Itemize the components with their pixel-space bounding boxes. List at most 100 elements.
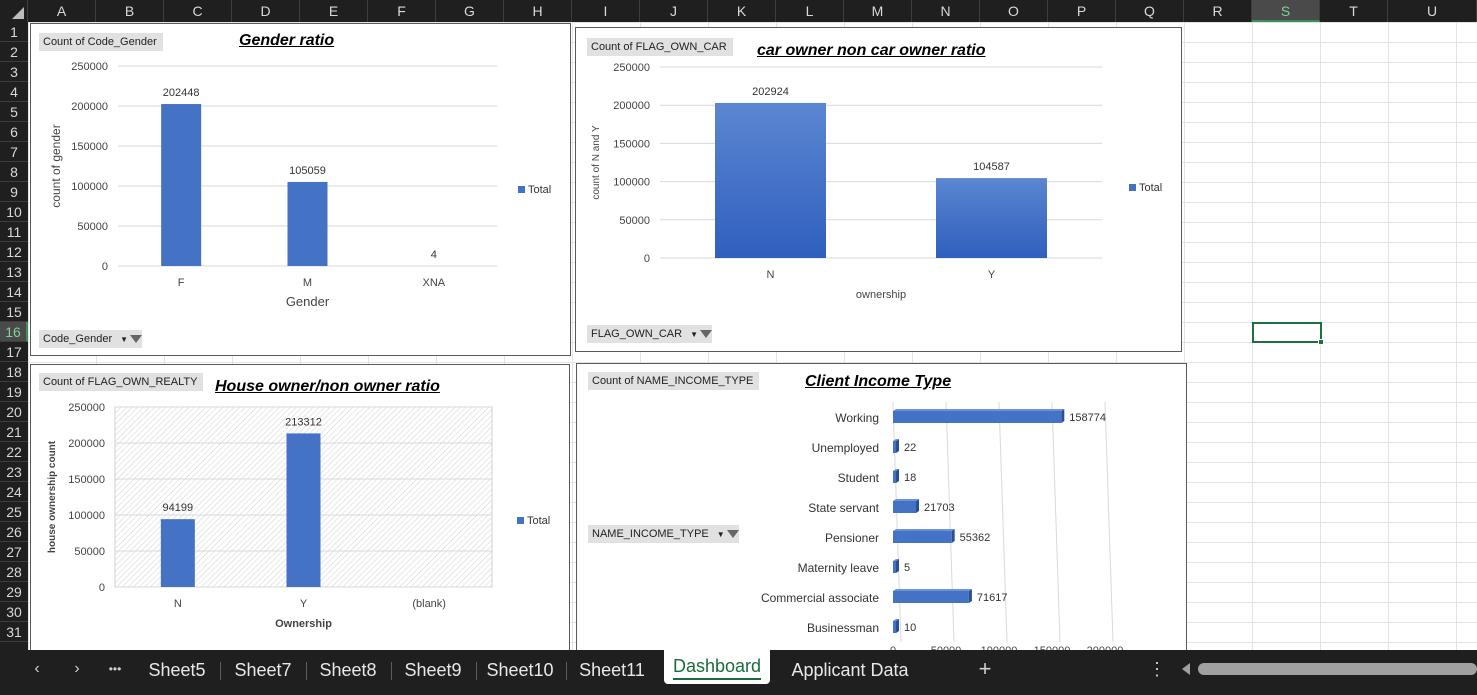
column-header-N[interactable]: N bbox=[912, 0, 980, 22]
row-header-22[interactable]: 22 bbox=[0, 442, 28, 462]
row-header-9[interactable]: 9 bbox=[0, 182, 28, 202]
bar-maternity-leave bbox=[893, 561, 896, 573]
sheet-tab-sheet11[interactable]: Sheet11 bbox=[566, 654, 658, 686]
row-header-12[interactable]: 12 bbox=[0, 242, 28, 262]
row-header-20[interactable]: 20 bbox=[0, 402, 28, 422]
column-header-L[interactable]: L bbox=[776, 0, 844, 22]
filter-button-flag-own-car[interactable]: FLAG_OWN_CAR ▼ bbox=[587, 325, 712, 343]
active-cell-S16[interactable] bbox=[1252, 322, 1324, 345]
column-header-D[interactable]: D bbox=[232, 0, 300, 22]
row-header-7[interactable]: 7 bbox=[0, 142, 28, 162]
row-header-21[interactable]: 21 bbox=[0, 422, 28, 442]
sheet-tab-sheet5[interactable]: Sheet5 bbox=[136, 654, 218, 686]
column-header-J[interactable]: J bbox=[640, 0, 708, 22]
row-header-1[interactable]: 1 bbox=[0, 22, 28, 42]
sheet-tab-label: Sheet8 bbox=[319, 660, 377, 680]
gridline bbox=[998, 401, 1008, 643]
sheet-tab-sheet10[interactable]: Sheet10 bbox=[476, 654, 564, 686]
chart-title: Gender ratio bbox=[239, 32, 335, 49]
column-header-R[interactable]: R bbox=[1184, 0, 1252, 22]
row-header-8[interactable]: 8 bbox=[0, 162, 28, 182]
row-header-17[interactable]: 17 bbox=[0, 342, 28, 362]
sheet-tab-dashboard[interactable]: Dashboard bbox=[664, 650, 770, 684]
scrollbar-thumb[interactable] bbox=[1198, 663, 1477, 675]
add-sheet-button[interactable]: + bbox=[970, 658, 1000, 680]
row-header-3[interactable]: 3 bbox=[0, 62, 28, 82]
row-header-16[interactable]: 16 bbox=[0, 322, 28, 342]
chart-car-owner-ratio[interactable]: Count of FLAG_OWN_CAR car owner non car … bbox=[575, 27, 1182, 352]
row-header-25[interactable]: 25 bbox=[0, 502, 28, 522]
row-header-6[interactable]: 6 bbox=[0, 122, 28, 142]
excel-window: ABCDEFGHIJKLMNOPQRSTU 1 2 3 4 5 6 7 8 9 10 11 12 13 1… bbox=[0, 0, 1477, 695]
sheet-tab-sheet7[interactable]: Sheet7 bbox=[222, 654, 304, 686]
filter-button-code-gender[interactable]: Code_Gender ▼ bbox=[39, 330, 143, 348]
bar-side-unemployed bbox=[896, 439, 899, 453]
column-header-F[interactable]: F bbox=[368, 0, 436, 22]
column-header-Q[interactable]: Q bbox=[1116, 0, 1184, 22]
row-header-28[interactable]: 28 bbox=[0, 562, 28, 582]
row-header-26[interactable]: 26 bbox=[0, 522, 28, 542]
column-header-C[interactable]: C bbox=[164, 0, 232, 22]
column-header-O[interactable]: O bbox=[980, 0, 1048, 22]
sheet-options-button[interactable]: ⋮ bbox=[1142, 658, 1172, 680]
chart-client-income-type[interactable]: Count of NAME_INCOME_TYPE Client Income … bbox=[576, 363, 1187, 654]
data-label: 4 bbox=[431, 249, 437, 261]
row-header-27[interactable]: 27 bbox=[0, 542, 28, 562]
row-header-23[interactable]: 23 bbox=[0, 462, 28, 482]
column-header-U[interactable]: U bbox=[1388, 0, 1477, 22]
column-header-M[interactable]: M bbox=[844, 0, 912, 22]
y-tick-label: Businessman bbox=[807, 621, 879, 635]
row-header-5[interactable]: 5 bbox=[0, 102, 28, 122]
row-header-14[interactable]: 14 bbox=[0, 282, 28, 302]
row-header-29[interactable]: 29 bbox=[0, 582, 28, 602]
column-header-K[interactable]: K bbox=[708, 0, 776, 22]
bar-top-state-servant bbox=[893, 499, 920, 501]
car-plot-area: 250000 200000 150000 100000 50000 0 N 202924 Y 10… bbox=[591, 62, 1162, 301]
column-header-H[interactable]: H bbox=[504, 0, 572, 22]
scroll-left-icon[interactable] bbox=[1182, 663, 1190, 675]
row-header-30[interactable]: 30 bbox=[0, 602, 28, 622]
bar-businessman bbox=[893, 621, 896, 633]
row-header-2[interactable]: 2 bbox=[0, 42, 28, 62]
y-tick-label: 200000 bbox=[71, 101, 108, 113]
row-header-24[interactable]: 24 bbox=[0, 482, 28, 502]
row-header-15[interactable]: 15 bbox=[0, 302, 28, 322]
data-label: 158774 bbox=[1069, 412, 1106, 424]
row-header-18[interactable]: 18 bbox=[0, 362, 28, 382]
chart-house-owner-ratio[interactable]: Count of FLAG_OWN_REALTY House owner/non… bbox=[30, 364, 570, 654]
horizontal-scrollbar[interactable] bbox=[1182, 662, 1477, 676]
next-sheet-button[interactable]: › bbox=[62, 658, 92, 680]
prev-sheet-button[interactable]: ‹ bbox=[22, 658, 52, 680]
column-header-I[interactable]: I bbox=[572, 0, 640, 22]
column-header-A[interactable]: A bbox=[28, 0, 96, 22]
column-header-P[interactable]: P bbox=[1048, 0, 1116, 22]
row-header-10[interactable]: 10 bbox=[0, 202, 28, 222]
field-button-count-flag-own-realty[interactable]: Count of FLAG_OWN_REALTY bbox=[39, 373, 204, 391]
y-tick-label: Pensioner bbox=[825, 531, 879, 545]
column-header-G[interactable]: G bbox=[436, 0, 504, 22]
row-header-13[interactable]: 13 bbox=[0, 262, 28, 282]
row-header-31[interactable]: 31 bbox=[0, 622, 28, 642]
column-header-T[interactable]: T bbox=[1320, 0, 1388, 22]
chart-gender-ratio[interactable]: Count of Code_Gender Gender ratio 250000… bbox=[30, 23, 571, 356]
y-tick-label: 50000 bbox=[74, 546, 105, 558]
field-button-count-name-income-type[interactable]: Count of NAME_INCOME_TYPE bbox=[588, 372, 760, 390]
row-header-19[interactable]: 19 bbox=[0, 382, 28, 402]
field-button-count-flag-own-car[interactable]: Count of FLAG_OWN_CAR bbox=[587, 38, 733, 56]
sheet-tab-sheet8[interactable]: Sheet8 bbox=[307, 654, 389, 686]
column-header-E[interactable]: E bbox=[300, 0, 368, 22]
more-sheets-button[interactable]: ••• bbox=[100, 658, 130, 680]
x-tick-label: Y bbox=[988, 269, 996, 281]
sheet-tab-applicant-data[interactable]: Applicant Data bbox=[777, 654, 923, 686]
dropdown-arrow-icon: ▼ bbox=[120, 335, 129, 344]
sheet-tab-sheet9[interactable]: Sheet9 bbox=[392, 654, 474, 686]
chart-title: House owner/non owner ratio bbox=[215, 378, 440, 395]
column-header-B[interactable]: B bbox=[96, 0, 164, 22]
house-plot-area: 250000 200000 150000 100000 50000 0 N 94199 Y 213… bbox=[47, 402, 550, 630]
fill-handle[interactable] bbox=[1318, 339, 1324, 345]
row-header-4[interactable]: 4 bbox=[0, 82, 28, 102]
select-all-corner[interactable] bbox=[0, 0, 28, 22]
row-header-11[interactable]: 11 bbox=[0, 222, 28, 242]
bar-side-state-servant bbox=[916, 499, 920, 513]
column-header-S[interactable]: S bbox=[1252, 0, 1320, 22]
